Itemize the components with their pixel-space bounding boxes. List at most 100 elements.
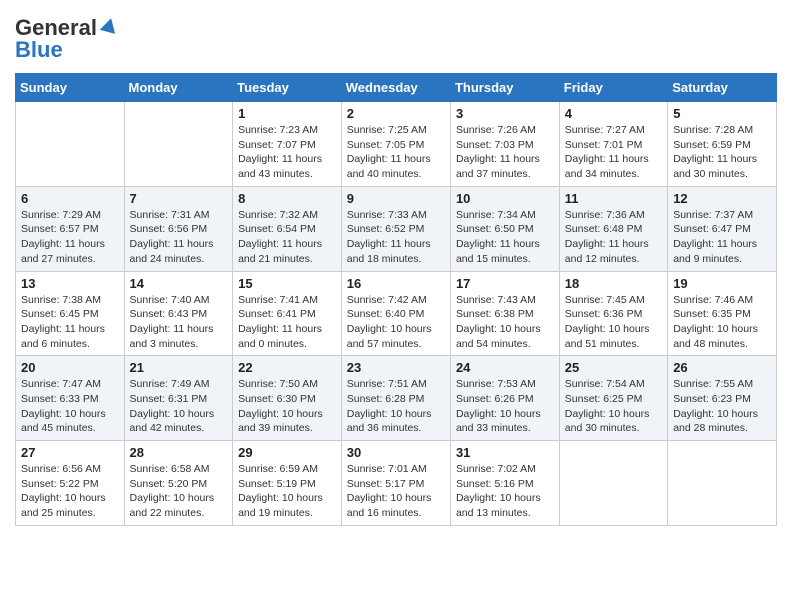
cell-content: Sunrise: 6:58 AM Sunset: 5:20 PM Dayligh… <box>130 462 228 521</box>
cell-content: Sunrise: 7:01 AM Sunset: 5:17 PM Dayligh… <box>347 462 445 521</box>
calendar-cell: 10 Sunrise: 7:34 AM Sunset: 6:50 PM Dayli… <box>450 186 559 271</box>
day-number: 5 <box>673 106 771 121</box>
cell-content: Sunrise: 7:37 AM Sunset: 6:47 PM Dayligh… <box>673 208 771 267</box>
cell-content: Sunrise: 7:43 AM Sunset: 6:38 PM Dayligh… <box>456 293 554 352</box>
calendar-cell: 13 Sunrise: 7:38 AM Sunset: 6:45 PM Dayli… <box>16 271 125 356</box>
calendar-table: SundayMondayTuesdayWednesdayThursdayFrid… <box>15 73 777 526</box>
cell-content: Sunrise: 7:46 AM Sunset: 6:35 PM Dayligh… <box>673 293 771 352</box>
day-number: 19 <box>673 276 771 291</box>
cell-content: Sunrise: 7:02 AM Sunset: 5:16 PM Dayligh… <box>456 462 554 521</box>
calendar-cell: 24 Sunrise: 7:53 AM Sunset: 6:26 PM Dayli… <box>450 356 559 441</box>
cell-content: Sunrise: 7:47 AM Sunset: 6:33 PM Dayligh… <box>21 377 119 436</box>
calendar-cell: 17Sunrise: 7:43 AM Sunset: 6:38 PM Dayli… <box>450 271 559 356</box>
calendar-cell: 16 Sunrise: 7:42 AM Sunset: 6:40 PM Dayli… <box>341 271 450 356</box>
cell-content: Sunrise: 7:42 AM Sunset: 6:40 PM Dayligh… <box>347 293 445 352</box>
calendar-cell: 9 Sunrise: 7:33 AM Sunset: 6:52 PM Daylig… <box>341 186 450 271</box>
cell-content: Sunrise: 7:29 AM Sunset: 6:57 PM Dayligh… <box>21 208 119 267</box>
calendar-cell <box>559 441 667 526</box>
calendar-cell <box>16 102 125 187</box>
cell-content: Sunrise: 7:49 AM Sunset: 6:31 PM Dayligh… <box>130 377 228 436</box>
col-header-tuesday: Tuesday <box>233 74 342 102</box>
col-header-wednesday: Wednesday <box>341 74 450 102</box>
calendar-cell <box>668 441 777 526</box>
day-number: 8 <box>238 191 336 206</box>
day-number: 29 <box>238 445 336 460</box>
calendar-cell: 7Sunrise: 7:31 AM Sunset: 6:56 PM Daylig… <box>124 186 233 271</box>
cell-content: Sunrise: 7:33 AM Sunset: 6:52 PM Dayligh… <box>347 208 445 267</box>
day-number: 16 <box>347 276 445 291</box>
day-number: 26 <box>673 360 771 375</box>
cell-content: Sunrise: 7:53 AM Sunset: 6:26 PM Dayligh… <box>456 377 554 436</box>
calendar-week-row: 20 Sunrise: 7:47 AM Sunset: 6:33 PM Dayli… <box>16 356 777 441</box>
day-number: 28 <box>130 445 228 460</box>
cell-content: Sunrise: 7:34 AM Sunset: 6:50 PM Dayligh… <box>456 208 554 267</box>
calendar-cell: 30 Sunrise: 7:01 AM Sunset: 5:17 PM Dayli… <box>341 441 450 526</box>
calendar-cell: 12 Sunrise: 7:37 AM Sunset: 6:47 PM Dayli… <box>668 186 777 271</box>
day-number: 24 <box>456 360 554 375</box>
day-number: 3 <box>456 106 554 121</box>
logo-blue-text: Blue <box>15 37 63 63</box>
cell-content: Sunrise: 7:25 AM Sunset: 7:05 PM Dayligh… <box>347 123 445 182</box>
calendar-cell: 3 Sunrise: 7:26 AM Sunset: 7:03 PM Daylig… <box>450 102 559 187</box>
cell-content: Sunrise: 7:45 AM Sunset: 6:36 PM Dayligh… <box>565 293 662 352</box>
calendar-cell: 4 Sunrise: 7:27 AM Sunset: 7:01 PM Daylig… <box>559 102 667 187</box>
calendar-week-row: 6 Sunrise: 7:29 AM Sunset: 6:57 PM Daylig… <box>16 186 777 271</box>
calendar-cell: 1Sunrise: 7:23 AM Sunset: 7:07 PM Daylig… <box>233 102 342 187</box>
day-number: 4 <box>565 106 662 121</box>
day-number: 6 <box>21 191 119 206</box>
day-number: 13 <box>21 276 119 291</box>
calendar-cell: 23 Sunrise: 7:51 AM Sunset: 6:28 PM Dayli… <box>341 356 450 441</box>
col-header-sunday: Sunday <box>16 74 125 102</box>
col-header-monday: Monday <box>124 74 233 102</box>
day-number: 30 <box>347 445 445 460</box>
day-number: 1 <box>238 106 336 121</box>
col-header-thursday: Thursday <box>450 74 559 102</box>
cell-content: Sunrise: 7:26 AM Sunset: 7:03 PM Dayligh… <box>456 123 554 182</box>
calendar-cell: 11 Sunrise: 7:36 AM Sunset: 6:48 PM Dayli… <box>559 186 667 271</box>
day-number: 18 <box>565 276 662 291</box>
calendar-cell: 20 Sunrise: 7:47 AM Sunset: 6:33 PM Dayli… <box>16 356 125 441</box>
calendar-header-row: SundayMondayTuesdayWednesdayThursdayFrid… <box>16 74 777 102</box>
calendar-cell: 25 Sunrise: 7:54 AM Sunset: 6:25 PM Dayli… <box>559 356 667 441</box>
day-number: 21 <box>130 360 228 375</box>
cell-content: Sunrise: 7:51 AM Sunset: 6:28 PM Dayligh… <box>347 377 445 436</box>
logo: General Blue <box>15 15 119 63</box>
cell-content: Sunrise: 7:50 AM Sunset: 6:30 PM Dayligh… <box>238 377 336 436</box>
calendar-week-row: 1Sunrise: 7:23 AM Sunset: 7:07 PM Daylig… <box>16 102 777 187</box>
day-number: 2 <box>347 106 445 121</box>
day-number: 22 <box>238 360 336 375</box>
day-number: 15 <box>238 276 336 291</box>
calendar-cell: 8Sunrise: 7:32 AM Sunset: 6:54 PM Daylig… <box>233 186 342 271</box>
cell-content: Sunrise: 6:59 AM Sunset: 5:19 PM Dayligh… <box>238 462 336 521</box>
day-number: 14 <box>130 276 228 291</box>
calendar-cell: 14Sunrise: 7:40 AM Sunset: 6:43 PM Dayli… <box>124 271 233 356</box>
day-number: 9 <box>347 191 445 206</box>
day-number: 12 <box>673 191 771 206</box>
day-number: 10 <box>456 191 554 206</box>
calendar-cell: 5 Sunrise: 7:28 AM Sunset: 6:59 PM Daylig… <box>668 102 777 187</box>
calendar-week-row: 13 Sunrise: 7:38 AM Sunset: 6:45 PM Dayli… <box>16 271 777 356</box>
cell-content: Sunrise: 7:28 AM Sunset: 6:59 PM Dayligh… <box>673 123 771 182</box>
calendar-cell: 18 Sunrise: 7:45 AM Sunset: 6:36 PM Dayli… <box>559 271 667 356</box>
day-number: 7 <box>130 191 228 206</box>
cell-content: Sunrise: 7:27 AM Sunset: 7:01 PM Dayligh… <box>565 123 662 182</box>
calendar-cell <box>124 102 233 187</box>
calendar-cell: 31 Sunrise: 7:02 AM Sunset: 5:16 PM Dayli… <box>450 441 559 526</box>
cell-content: Sunrise: 7:36 AM Sunset: 6:48 PM Dayligh… <box>565 208 662 267</box>
cell-content: Sunrise: 7:55 AM Sunset: 6:23 PM Dayligh… <box>673 377 771 436</box>
calendar-cell: 2 Sunrise: 7:25 AM Sunset: 7:05 PM Daylig… <box>341 102 450 187</box>
day-number: 20 <box>21 360 119 375</box>
calendar-cell: 28 Sunrise: 6:58 AM Sunset: 5:20 PM Dayli… <box>124 441 233 526</box>
calendar-week-row: 27Sunrise: 6:56 AM Sunset: 5:22 PM Dayli… <box>16 441 777 526</box>
day-number: 11 <box>565 191 662 206</box>
calendar-cell: 27Sunrise: 6:56 AM Sunset: 5:22 PM Dayli… <box>16 441 125 526</box>
day-number: 23 <box>347 360 445 375</box>
calendar-cell: 6 Sunrise: 7:29 AM Sunset: 6:57 PM Daylig… <box>16 186 125 271</box>
calendar-cell: 19 Sunrise: 7:46 AM Sunset: 6:35 PM Dayli… <box>668 271 777 356</box>
day-number: 25 <box>565 360 662 375</box>
cell-content: Sunrise: 6:56 AM Sunset: 5:22 PM Dayligh… <box>21 462 119 521</box>
cell-content: Sunrise: 7:54 AM Sunset: 6:25 PM Dayligh… <box>565 377 662 436</box>
logo-icon <box>99 16 119 36</box>
cell-content: Sunrise: 7:38 AM Sunset: 6:45 PM Dayligh… <box>21 293 119 352</box>
day-number: 31 <box>456 445 554 460</box>
